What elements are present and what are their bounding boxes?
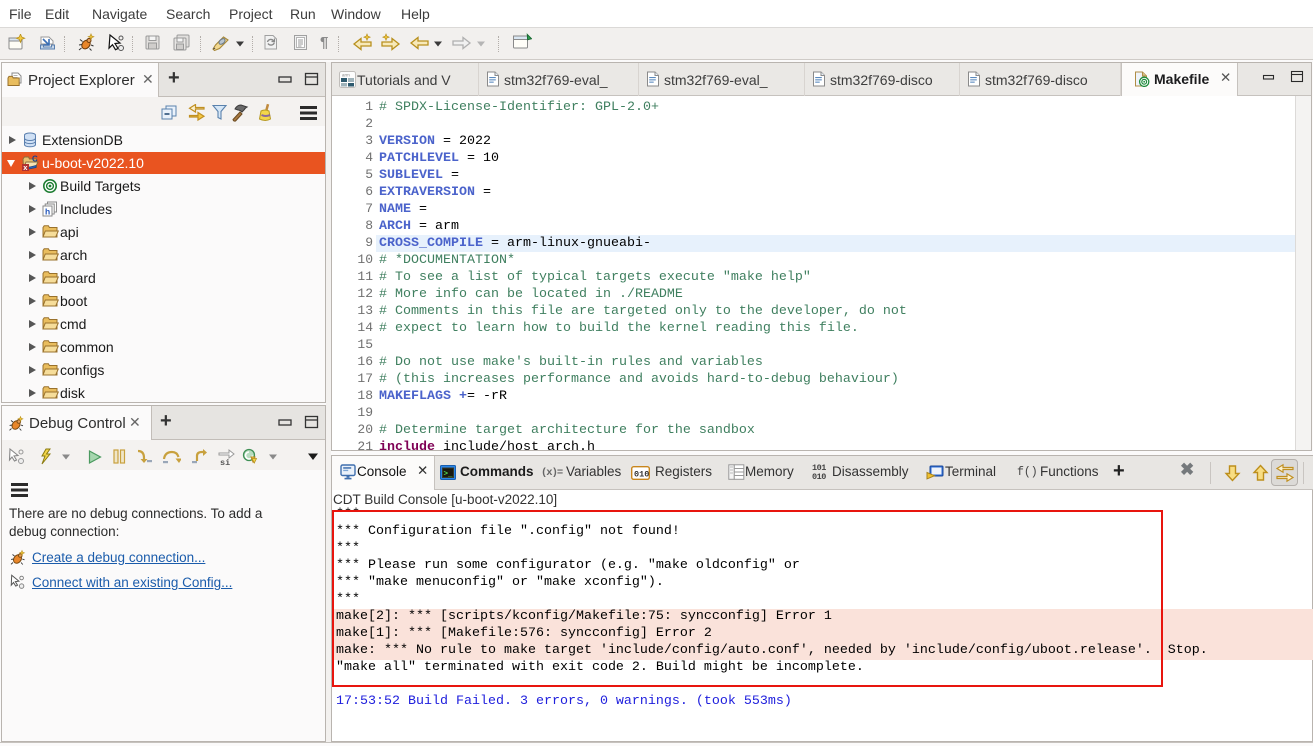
svg-text:010: 010 xyxy=(634,470,649,480)
svg-text:h: h xyxy=(45,206,50,216)
svg-text:si: si xyxy=(220,458,230,466)
svg-text:arm: arm xyxy=(342,73,350,78)
svg-text:>_: >_ xyxy=(444,471,454,479)
svg-text:C: C xyxy=(32,155,38,164)
